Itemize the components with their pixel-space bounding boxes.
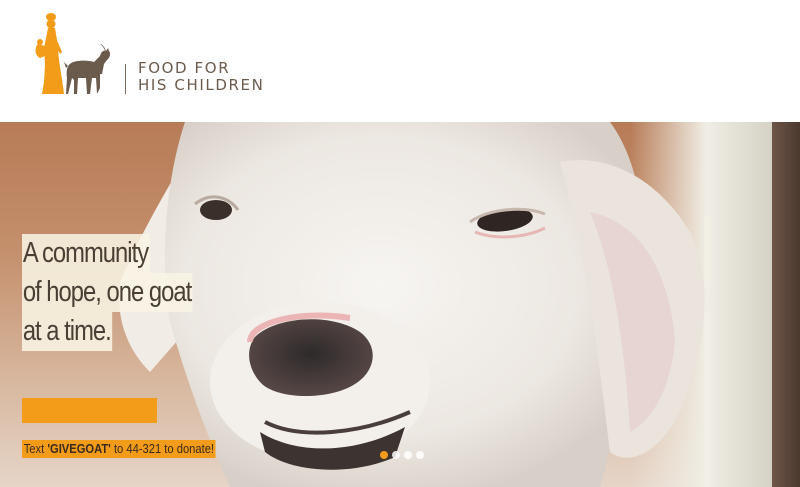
slider-dot-4[interactable]: [416, 451, 424, 459]
logo-woman-goat-icon: [35, 13, 111, 94]
text-to-give-prefix: Text: [23, 441, 48, 456]
site-header: FOOD FOR HIS CHILDREN: [0, 0, 800, 122]
text-to-give-notice: Text 'GIVEGOAT' to 44-321 to donate!: [22, 440, 216, 458]
slider-dot-3[interactable]: [404, 451, 412, 459]
hero-tagline-line-2: of hope, one goat: [22, 273, 193, 312]
hero-tagline-line-1: A community: [22, 234, 150, 273]
text-to-give-keyword: 'GIVEGOAT': [47, 441, 111, 456]
hero-tagline-line-3: at a time.: [22, 312, 113, 351]
hero-slider: A community of hope, one goat at a time.…: [0, 122, 800, 487]
hero-tagline: A community of hope, one goat at a time.: [22, 234, 230, 351]
slider-dot-1[interactable]: [380, 451, 388, 459]
text-to-give-suffix: to 44-321 to donate!: [110, 441, 215, 456]
donate-button[interactable]: [22, 398, 157, 423]
logo-divider: [125, 64, 126, 94]
logo-text: FOOD FOR HIS CHILDREN: [138, 60, 264, 94]
logo-text-line-1: FOOD FOR: [138, 59, 231, 77]
page: FOOD FOR HIS CHILDREN A community of hop…: [0, 0, 800, 487]
site-logo[interactable]: FOOD FOR HIS CHILDREN: [30, 8, 300, 100]
slider-pagination: [380, 451, 424, 461]
slider-dot-2[interactable]: [392, 451, 400, 459]
logo-text-line-2: HIS CHILDREN: [138, 76, 265, 94]
